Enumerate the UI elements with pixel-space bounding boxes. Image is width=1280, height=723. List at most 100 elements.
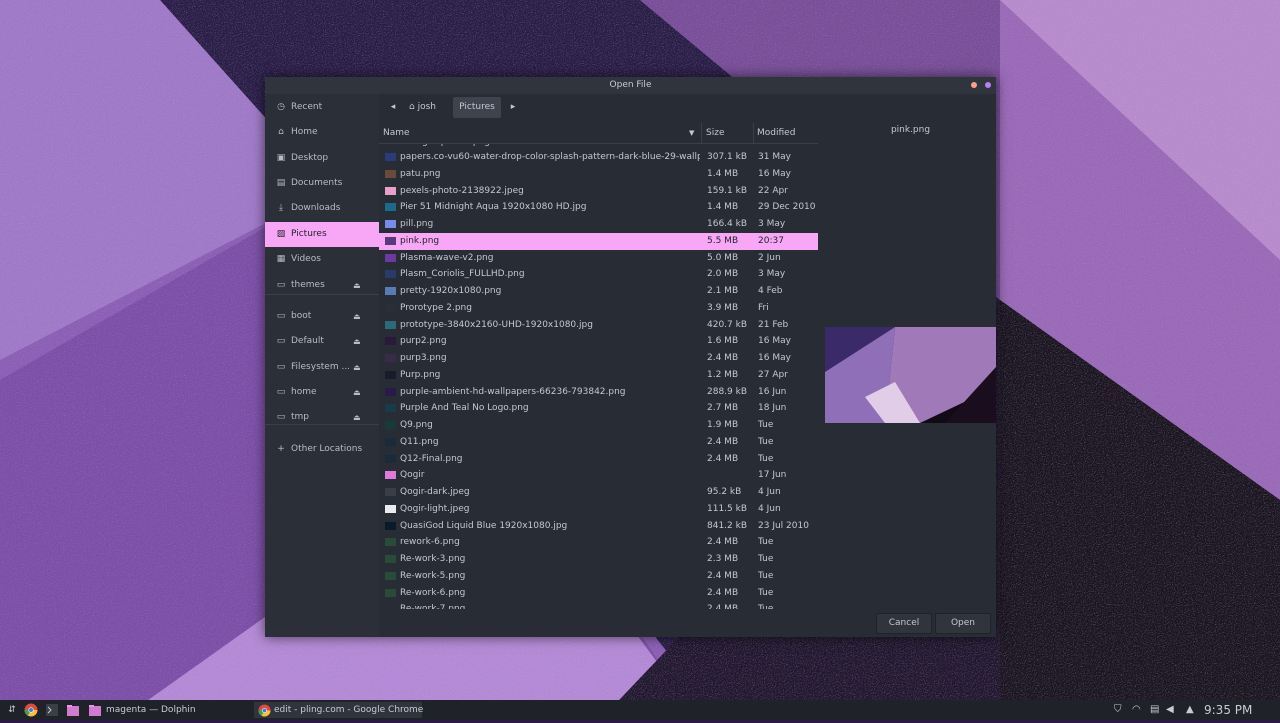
table-row[interactable]: Re-work-5.png 2.4 MB Tue — [379, 568, 818, 585]
table-row[interactable]: Re-work-3.png 2.3 MB Tue — [379, 551, 818, 568]
sidebar-item-videos[interactable]: ▦ Videos — [265, 247, 379, 272]
row-name: Qogir — [400, 470, 425, 481]
table-row[interactable]: purple-ambient-hd-wallpapers-66236-79384… — [379, 384, 818, 401]
row-size: 1.4 MB — [707, 202, 739, 213]
table-row[interactable]: Re-work-6.png 2.4 MB Tue — [379, 585, 818, 602]
table-row[interactable]: Prorotype 2.png 3.9 MB Fri — [379, 300, 818, 317]
sidebar-item-default[interactable]: ▭ Default ⏏ — [265, 329, 379, 354]
table-row[interactable]: purp3.png 2.4 MB 16 May — [379, 350, 818, 367]
column-modified[interactable]: Modified — [757, 123, 817, 143]
tray-expand-icon[interactable]: ▲ — [1186, 703, 1194, 717]
chrome-launcher[interactable] — [24, 702, 40, 718]
eject-icon[interactable]: ⏏ — [353, 304, 361, 329]
table-row[interactable]: Qogir 17 Jun — [379, 467, 818, 484]
row-modified: 16 Jun — [758, 386, 787, 397]
sidebar-item-boot[interactable]: ▭ boot ⏏ — [265, 304, 379, 329]
column-modified-label: Modified — [757, 128, 796, 138]
open-button[interactable]: Open — [935, 613, 991, 634]
wifi-icon[interactable]: ◠ — [1132, 703, 1141, 717]
row-modified: 22 Apr — [758, 185, 788, 196]
dolphin-folder-icon — [89, 705, 101, 716]
table-row[interactable]: patu.png 1.4 MB 16 May — [379, 166, 818, 183]
row-name: Purple And Teal No Logo.png — [400, 403, 529, 414]
terminal-icon — [46, 704, 58, 716]
table-row[interactable]: pill.png 166.4 kB 3 May — [379, 216, 818, 233]
row-name: pill.png — [400, 219, 434, 229]
row-size: 2.1 MB — [707, 286, 739, 296]
shield-icon[interactable]: ⛉ — [1114, 703, 1122, 717]
sidebar-item-label: Documents — [291, 178, 343, 188]
column-name[interactable]: Name ▼ — [383, 123, 694, 143]
table-row[interactable]: Q9.png 1.9 MB Tue — [379, 417, 818, 434]
eject-icon[interactable]: ⏏ — [353, 380, 361, 405]
eject-icon[interactable]: ⏏ — [353, 355, 361, 380]
back-button[interactable]: ◂ — [387, 97, 399, 118]
file-thumbnail — [385, 555, 396, 563]
cancel-button[interactable]: Cancel — [876, 613, 932, 634]
sidebar-item-documents[interactable]: ▤ Documents — [265, 171, 379, 196]
table-row[interactable]: Plasm_Coriolis_FULLHD.png 2.0 MB 3 May — [379, 266, 818, 283]
table-row[interactable]: Purp.png 1.2 MB 27 Apr — [379, 367, 818, 384]
crumb-current[interactable]: Pictures — [453, 97, 501, 118]
table-row[interactable]: pretty-1920x1080.png 2.1 MB 4 Feb — [379, 283, 818, 300]
clipboard-icon[interactable]: ▤ — [1150, 703, 1159, 717]
column-size[interactable]: Size — [706, 123, 754, 143]
table-row[interactable]: Q11.png 2.4 MB Tue — [379, 434, 818, 451]
sidebar-item-home[interactable]: ⌂ Home — [265, 120, 379, 145]
table-row[interactable]: Qogir-light.jpeg 111.5 kB 4 Jun — [379, 501, 818, 518]
task-dolphin[interactable]: magenta — Dolphin — [86, 702, 246, 718]
table-row[interactable]: Re-work-7.png 2.4 MB Tue — [379, 601, 818, 609]
sidebar-item-downloads[interactable]: ⤓ Downloads — [265, 196, 379, 221]
table-row[interactable]: Purple And Teal No Logo.png 2.7 MB 18 Jun — [379, 400, 818, 417]
sidebar-separator — [265, 424, 379, 425]
table-row[interactable]: Plasma-wave-v2.png 5.0 MB 2 Jun — [379, 250, 818, 267]
sidebar-item-filesystem[interactable]: ▭ Filesystem ... ⏏ — [265, 355, 379, 380]
volume-icon[interactable]: ◀ — [1166, 703, 1174, 717]
table-row[interactable]: prototype-3840x2160-UHD-1920x1080.jpg 420… — [379, 317, 818, 334]
table-row[interactable]: purp2.png 1.6 MB 16 May — [379, 333, 818, 350]
row-size: 5.0 MB — [707, 252, 739, 263]
sidebar-item-other-locations[interactable]: + Other Locations — [265, 437, 379, 462]
table-row[interactable]: Q12-Final.png 2.4 MB Tue — [379, 451, 818, 468]
task-chrome[interactable]: edit - pling.com - Google Chrome — [254, 702, 423, 718]
row-name: pretty-1920x1080.png — [400, 286, 502, 296]
table-row[interactable]: Qogir-dark.jpeg 95.2 kB 4 Jun — [379, 484, 818, 501]
file-thumbnail — [385, 504, 396, 513]
sidebar-item-recent[interactable]: ◷ Recent — [265, 95, 379, 120]
crumb-home[interactable]: ⌂ josh — [409, 97, 447, 118]
forward-button[interactable]: ▸ — [507, 97, 519, 118]
column-size-label: Size — [706, 128, 725, 138]
minimize-button[interactable] — [971, 82, 977, 88]
row-modified: 23 Jul 2010 — [758, 520, 809, 531]
table-row[interactable]: rework-6.png 2.4 MB Tue — [379, 534, 818, 551]
file-thumbnail — [385, 437, 396, 446]
sidebar-item-desktop[interactable]: ▣ Desktop — [265, 146, 379, 171]
folder-launcher[interactable] — [67, 702, 81, 718]
videos-icon: ▦ — [276, 254, 286, 264]
close-button[interactable] — [985, 82, 991, 88]
table-row[interactable]: QuasiGod Liquid Blue 1920x1080.jpg 841.2 … — [379, 518, 818, 535]
row-size: 2.0 MB — [707, 269, 739, 280]
eject-icon[interactable]: ⏏ — [353, 405, 361, 430]
file-thumbnail — [385, 287, 396, 295]
table-row[interactable]: papers.co-vu60-water-drop-color-splash-p… — [379, 149, 818, 166]
sidebar-item-label: Downloads — [291, 203, 341, 213]
drive-icon: ▭ — [276, 311, 286, 321]
sidebar-item-tmp[interactable]: ▭ tmp ⏏ — [265, 405, 379, 430]
file-thumbnail — [385, 153, 396, 161]
eject-icon[interactable]: ⏏ — [353, 329, 361, 354]
file-list-header: Name ▼ Size Modified — [379, 123, 818, 144]
sidebar-item-pictures[interactable]: ▨ Pictures — [265, 222, 379, 247]
app-launcher[interactable]: ⇵ — [4, 702, 20, 718]
file-thumbnail — [385, 320, 396, 329]
row-name: QuasiGod Liquid Blue 1920x1080.jpg — [400, 520, 568, 531]
table-row[interactable]: pink.png 5.5 MB 20:37 — [379, 232, 818, 250]
table-row[interactable]: pexels-photo-2138922.jpeg 159.1 kB 22 Apr — [379, 183, 818, 200]
clock[interactable]: 9:35 PM — [1204, 703, 1252, 717]
file-thumbnail — [385, 337, 396, 346]
sidebar-item-label: boot — [291, 311, 312, 321]
terminal-launcher[interactable] — [46, 702, 60, 718]
sidebar-item-home[interactable]: ▭ home ⏏ — [265, 380, 379, 405]
file-thumbnail — [385, 203, 396, 212]
table-row[interactable]: Pier 51 Midnight Aqua 1920x1080 HD.jpg 1.… — [379, 199, 818, 216]
